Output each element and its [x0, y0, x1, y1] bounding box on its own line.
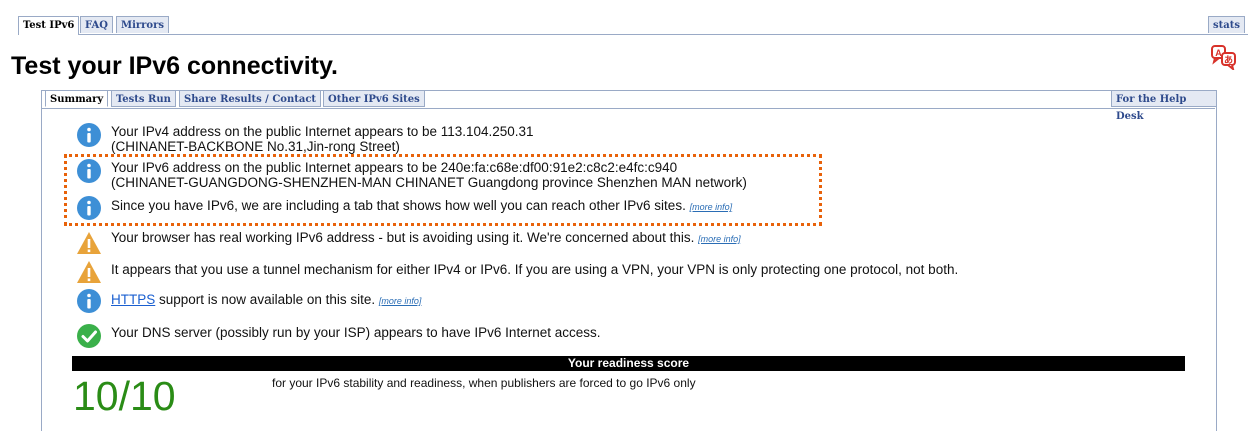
- https-support-label: support is now available on this site.: [155, 292, 376, 307]
- info-icon: [77, 159, 101, 183]
- sub-tab-bar: Summary Tests Run Share Results / Contac…: [41, 90, 1217, 122]
- info-icon: [77, 196, 101, 220]
- ipv6-tab-info-label: Since you have IPv6, we are including a …: [111, 198, 686, 213]
- top-tab-bar: Test IPv6 FAQ Mirrors stats: [18, 16, 1248, 35]
- readiness-score-description: for your IPv6 stability and readiness, w…: [272, 376, 696, 390]
- tab-summary[interactable]: Summary: [45, 90, 109, 107]
- svg-text:あ: あ: [1224, 55, 1233, 66]
- tab-other-ipv6-sites[interactable]: Other IPv6 Sites: [323, 90, 425, 107]
- avoiding-ipv6-text: Your browser has real working IPv6 addre…: [111, 230, 741, 247]
- tab-help-desk[interactable]: For the Help Desk: [1111, 90, 1217, 122]
- https-link[interactable]: HTTPS: [111, 292, 155, 307]
- warning-icon: [77, 232, 101, 254]
- tunnel-warning-text: It appears that you use a tunnel mechani…: [111, 262, 959, 277]
- ipv6-address-line: Your IPv6 address on the public Internet…: [111, 160, 678, 175]
- ipv4-network-line: (CHINANET-BACKBONE No.31,Jin-rong Street…: [111, 139, 400, 154]
- tab-mirrors[interactable]: Mirrors: [116, 16, 169, 33]
- warning-icon: [77, 261, 101, 283]
- more-info-link[interactable]: [more info]: [690, 202, 733, 212]
- more-info-link[interactable]: [more info]: [379, 296, 422, 306]
- ipv4-address-line: Your IPv4 address on the public Internet…: [111, 124, 534, 139]
- https-support-text: HTTPS support is now available on this s…: [111, 292, 421, 309]
- info-icon: [77, 123, 101, 147]
- translate-icon[interactable]: A あ: [1211, 44, 1237, 70]
- tab-faq[interactable]: FAQ: [80, 16, 113, 33]
- more-info-link[interactable]: [more info]: [698, 234, 741, 244]
- readiness-score-header: Your readiness score: [72, 356, 1185, 371]
- ipv6-network-line: (CHINANET-GUANGDONG-SHENZHEN-MAN CHINANE…: [111, 175, 747, 190]
- dns-status-text: Your DNS server (possibly run by your IS…: [111, 325, 601, 340]
- ipv6-address-text: Your IPv6 address on the public Internet…: [111, 160, 747, 190]
- page-title: Test your IPv6 connectivity.: [11, 52, 338, 80]
- tab-stats[interactable]: stats: [1208, 16, 1245, 33]
- tab-tests-run[interactable]: Tests Run: [111, 90, 176, 107]
- tab-test-ipv6[interactable]: Test IPv6: [18, 16, 80, 35]
- ipv4-address-text: Your IPv4 address on the public Internet…: [111, 124, 534, 154]
- tab-divider: [41, 108, 1215, 109]
- info-icon: [77, 289, 101, 313]
- tab-share-results[interactable]: Share Results / Contact: [179, 90, 322, 107]
- readiness-score-value: 10/10: [73, 373, 176, 419]
- ipv6-tab-info-text: Since you have IPv6, we are including a …: [111, 198, 732, 215]
- avoiding-ipv6-label: Your browser has real working IPv6 addre…: [111, 230, 695, 245]
- checkmark-icon: [77, 324, 101, 348]
